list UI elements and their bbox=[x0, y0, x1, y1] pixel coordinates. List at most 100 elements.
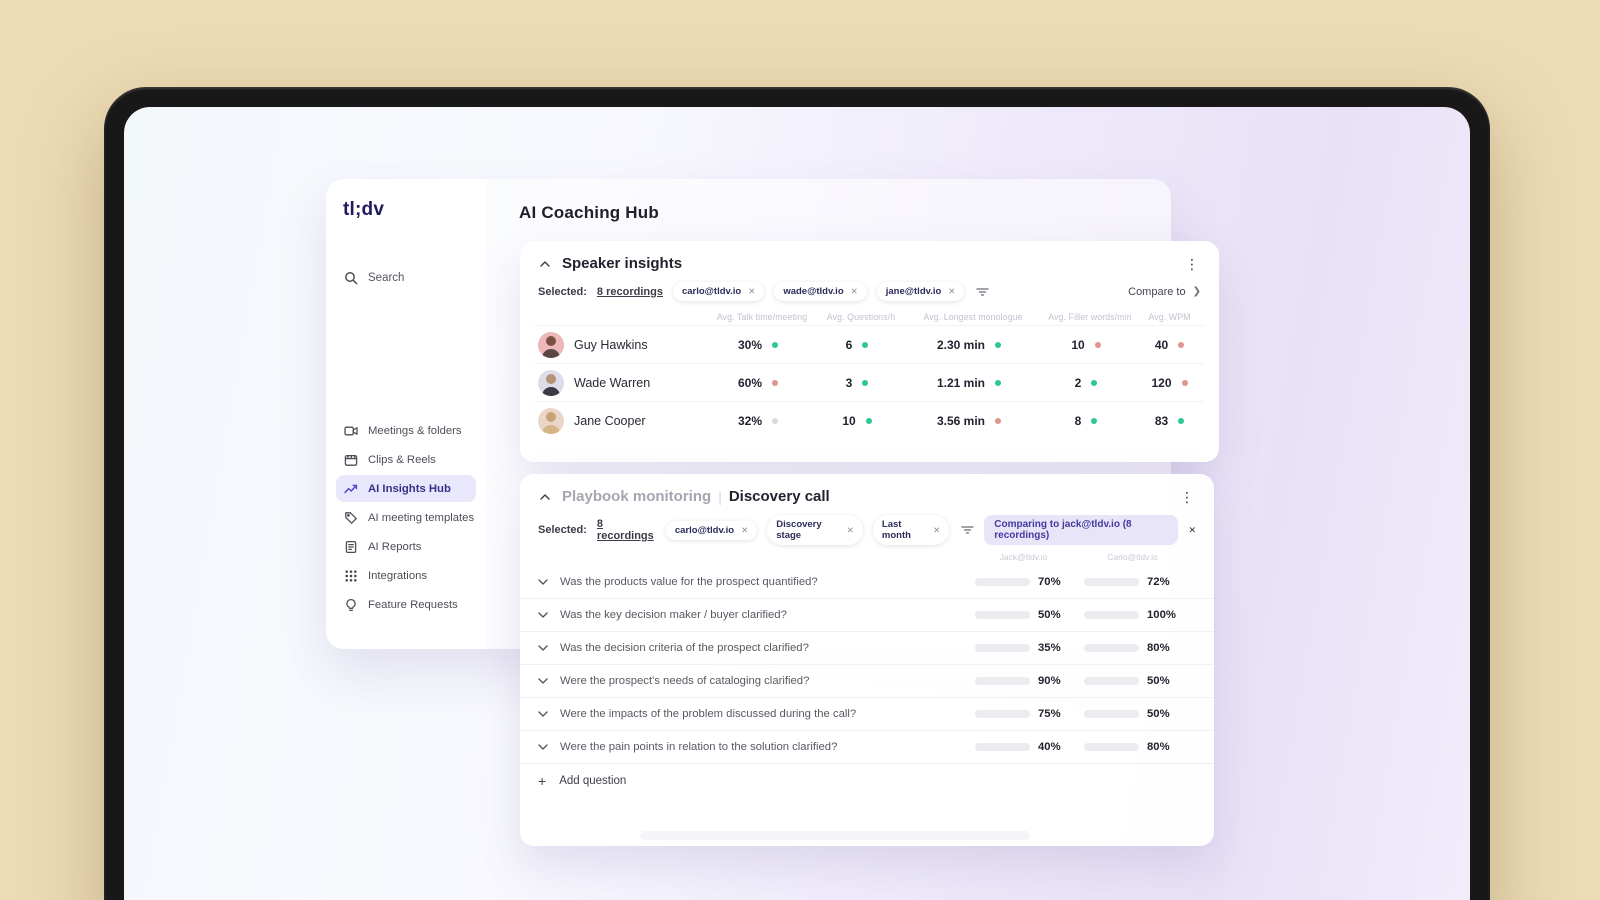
chevron-down-icon[interactable] bbox=[538, 711, 550, 717]
collapse-button[interactable] bbox=[538, 257, 552, 271]
sidebar-item-ai-reports[interactable]: AI Reports bbox=[336, 533, 476, 560]
close-icon[interactable]: ✕ bbox=[1188, 525, 1196, 536]
question-row[interactable]: Was the key decision maker / buyer clari… bbox=[520, 599, 1214, 632]
chevron-down-icon[interactable] bbox=[538, 678, 550, 684]
status-dot bbox=[865, 417, 872, 424]
sidebar-item-label: Clips & Reels bbox=[368, 453, 436, 466]
progress-bar bbox=[1084, 578, 1139, 586]
metric-value: 8 bbox=[1074, 413, 1082, 428]
comparing-label: Comparing to jack@tldv.io (8 recordings) bbox=[994, 519, 1132, 541]
avatar bbox=[538, 369, 564, 396]
collapse-button[interactable] bbox=[538, 490, 552, 504]
column-header: Avg. Questions/h bbox=[826, 312, 896, 322]
sidebar-item-ai-insights-hub[interactable]: AI Insights Hub bbox=[336, 475, 476, 502]
progress-bar bbox=[975, 710, 1030, 718]
progress-bar bbox=[975, 644, 1030, 652]
filter-icon[interactable] bbox=[976, 287, 990, 297]
filter-chip-discovery-stage[interactable]: Discovery stage ✕ bbox=[767, 515, 863, 545]
compare-to-label: Compare to bbox=[1128, 285, 1186, 298]
close-icon[interactable]: ✕ bbox=[741, 526, 748, 535]
column-header: Avg. Filler words/min bbox=[1048, 312, 1132, 322]
progress-bar bbox=[1084, 611, 1139, 619]
table-row[interactable]: Jane Cooper 32% 10 3.56 min 8 83 bbox=[534, 401, 1205, 439]
progress-bar bbox=[1084, 743, 1139, 751]
question-row[interactable]: Were the pain points in relation to the … bbox=[520, 731, 1214, 764]
sidebar-item-meetings-folders[interactable]: Meetings & folders bbox=[336, 417, 476, 444]
chevron-down-icon[interactable] bbox=[538, 645, 550, 651]
metric-value: 2.30 min bbox=[936, 337, 986, 352]
percentage-value: 72% bbox=[1147, 576, 1170, 588]
percentage-value: 40% bbox=[1038, 741, 1061, 753]
close-icon[interactable]: ✕ bbox=[851, 287, 858, 296]
selected-count-link[interactable]: 8 recordings bbox=[597, 286, 663, 298]
chip-label: jane@tldv.io bbox=[885, 286, 942, 297]
plus-icon: + bbox=[538, 773, 547, 789]
sidebar-item-integrations[interactable]: Integrations bbox=[336, 562, 476, 589]
search-input[interactable]: Search bbox=[338, 265, 474, 291]
metric-value: 2 bbox=[1074, 375, 1082, 390]
metric-value: 60% bbox=[737, 375, 763, 390]
avatar bbox=[538, 407, 564, 434]
speaker-insights-panel: Speaker insights ⋮ Selected: 8 recording… bbox=[520, 241, 1219, 462]
metric-value: 3 bbox=[845, 375, 853, 390]
column-b-label: Carlo@tldv.io bbox=[1107, 552, 1158, 562]
filter-chip-jane[interactable]: jane@tldv.io ✕ bbox=[876, 282, 965, 301]
metric-value: 10 bbox=[842, 413, 856, 428]
filter-chip-carlo[interactable]: carlo@tldv.io ✕ bbox=[665, 520, 758, 540]
comparison-column-labels: Jack@tldv.io Carlo@tldv.io bbox=[520, 547, 1214, 564]
filter-icon[interactable] bbox=[961, 525, 974, 535]
question-row[interactable]: Were the impacts of the problem discusse… bbox=[520, 698, 1214, 731]
laptop-screen: tl;dv Search Meetings & folders Clips & … bbox=[124, 107, 1470, 900]
sidebar-item-label: Feature Requests bbox=[368, 598, 458, 611]
close-icon[interactable]: ✕ bbox=[948, 287, 955, 296]
chevron-down-icon[interactable] bbox=[538, 612, 550, 618]
table-row[interactable]: Guy Hawkins 30% 6 2.30 min 10 40 bbox=[534, 325, 1205, 363]
add-question-button[interactable]: + Add question bbox=[520, 763, 1214, 789]
question-row[interactable]: Was the decision criteria of the prospec… bbox=[520, 632, 1214, 665]
compare-to-button[interactable]: Compare to ❯ bbox=[1128, 286, 1201, 298]
chevron-right-icon: ❯ bbox=[1192, 286, 1201, 297]
status-dot bbox=[1094, 341, 1101, 348]
tag-icon bbox=[345, 511, 357, 524]
kebab-menu-icon[interactable]: ⋮ bbox=[1178, 490, 1196, 504]
percentage-value: 80% bbox=[1147, 642, 1170, 654]
close-icon[interactable]: ✕ bbox=[847, 526, 854, 535]
status-dot bbox=[1181, 379, 1188, 386]
percentage-value: 100% bbox=[1147, 609, 1176, 621]
progress-bar bbox=[975, 677, 1030, 685]
chevron-down-icon[interactable] bbox=[538, 579, 550, 585]
progress-bar bbox=[1084, 677, 1139, 685]
filter-chip-wade[interactable]: wade@tldv.io ✕ bbox=[774, 282, 867, 301]
laptop-frame: tl;dv Search Meetings & folders Clips & … bbox=[104, 87, 1490, 900]
kebab-menu-icon[interactable]: ⋮ bbox=[1183, 257, 1201, 271]
column-header: Avg. Longest monologue bbox=[923, 312, 1023, 322]
question-row[interactable]: Were the prospect's needs of cataloging … bbox=[520, 665, 1214, 698]
selected-label: Selected: bbox=[538, 285, 587, 298]
close-icon[interactable]: ✕ bbox=[933, 526, 940, 535]
selected-count-link[interactable]: 8 recordings bbox=[597, 518, 656, 542]
question-text: Were the prospect's needs of cataloging … bbox=[560, 675, 810, 687]
sidebar-item-feature-requests[interactable]: Feature Requests bbox=[336, 591, 476, 618]
grid-icon bbox=[345, 570, 357, 581]
chip-label: carlo@tldv.io bbox=[674, 524, 735, 536]
comparing-chip[interactable]: Comparing to jack@tldv.io (8 recordings) bbox=[984, 515, 1179, 545]
question-row[interactable]: Was the products value for the prospect … bbox=[520, 566, 1214, 599]
sidebar-item-label: Integrations bbox=[368, 569, 428, 582]
sidebar-item-ai-meeting-templates[interactable]: AI meeting templates bbox=[336, 504, 476, 531]
metric-value: 1.21 min bbox=[936, 375, 986, 390]
progress-bar bbox=[975, 743, 1030, 751]
playbook-title: Discovery call bbox=[728, 488, 830, 505]
close-icon[interactable]: ✕ bbox=[748, 287, 755, 296]
table-row[interactable]: Wade Warren 60% 3 1.21 min 2 120 bbox=[534, 363, 1205, 401]
playbook-title-muted: Playbook monitoring bbox=[562, 488, 712, 505]
sidebar-item-label: Meetings & folders bbox=[368, 424, 462, 437]
sidebar-item-clips-reels[interactable]: Clips & Reels bbox=[336, 446, 476, 473]
chevron-up-icon bbox=[540, 260, 550, 267]
column-a-label: Jack@tldv.io bbox=[999, 552, 1048, 562]
chevron-down-icon[interactable] bbox=[538, 744, 550, 750]
insights-icon bbox=[344, 484, 358, 493]
filter-chip-last-month[interactable]: Last month ✕ bbox=[872, 515, 950, 545]
question-text: Was the products value for the prospect … bbox=[560, 576, 818, 588]
filter-chip-carlo[interactable]: carlo@tldv.io ✕ bbox=[672, 282, 765, 301]
speaker-name-cell: Jane Cooper bbox=[534, 407, 702, 434]
